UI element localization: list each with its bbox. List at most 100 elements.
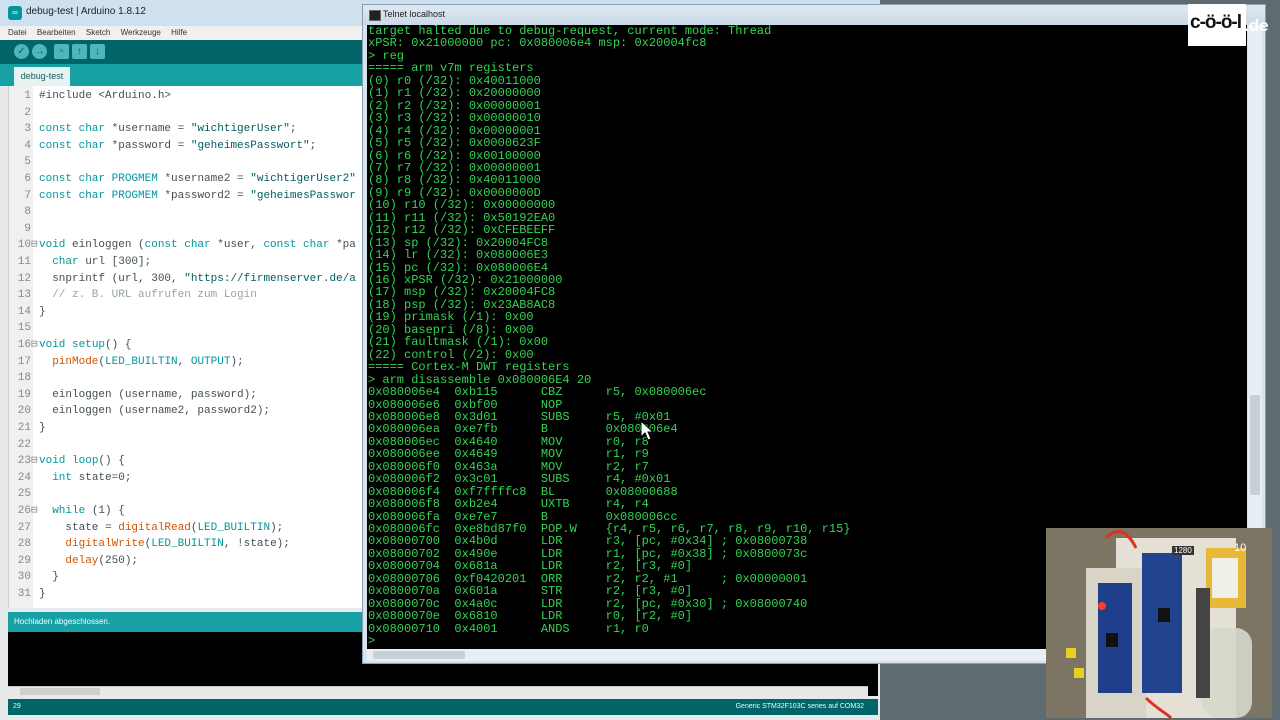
- menu-werkzeuge[interactable]: Werkzeuge: [121, 26, 161, 40]
- save-sketch-button[interactable]: ↓: [90, 44, 105, 59]
- terminal-line: ===== arm v7m registers: [368, 61, 534, 76]
- code-line: 20 einloggen (username2, password2);: [9, 403, 270, 419]
- code-token: }: [39, 305, 46, 318]
- menu-sketch[interactable]: Sketch: [86, 26, 110, 40]
- footer-board-info: Generic STM32F103C series auf COM32: [735, 703, 864, 710]
- resolution-badge: 1280: [1172, 546, 1194, 555]
- code-token: digitalWrite: [65, 538, 145, 551]
- terminal-line: ===== Cortex-M DWT registers: [368, 360, 570, 375]
- upload-button[interactable]: →: [32, 44, 47, 59]
- upload-status: Hochladen abgeschlossen.: [8, 612, 362, 632]
- scrollbar-thumb[interactable]: [373, 651, 465, 659]
- code-token: #include <Arduino.h>: [39, 90, 172, 102]
- code-line: 23⊟void loop() {: [9, 453, 125, 469]
- code-line: 17 pinMode(LED_BUILTIN, OUTPUT);: [9, 354, 244, 370]
- terminal-line: >: [368, 634, 376, 649]
- code-line: 13 // z. B. URL aufrufen zum Login: [9, 287, 257, 303]
- fold-toggle-icon[interactable]: ⊟: [31, 453, 39, 469]
- terminal-line: (10) r10 (/32): 0x00000000: [368, 198, 556, 213]
- code-token: (1) {: [85, 505, 125, 517]
- scrollbar-thumb[interactable]: [20, 688, 100, 695]
- terminal-line: 0x080006e4 0xb115 CBZ r5, 0x080006ec: [368, 385, 707, 400]
- arrow-right-icon: →: [34, 46, 45, 57]
- code-token: }: [39, 588, 46, 600]
- tab-debug-test[interactable]: debug-test: [14, 67, 70, 86]
- console-horizontal-scrollbar[interactable]: [8, 686, 868, 697]
- code-token: void: [39, 339, 66, 351]
- code-token: einloggen (username2, password2);: [39, 405, 271, 418]
- terminal-line: (5) r5 (/32): 0x0000623F: [368, 136, 541, 151]
- code-token: int: [52, 471, 73, 484]
- code-token: OUTPUT: [190, 355, 231, 368]
- line-number: 1: [24, 90, 31, 102]
- code-line: 21}: [9, 420, 46, 436]
- code-token: LED_BUILTIN: [151, 538, 224, 551]
- terminal-line: 0x0800070e 0x6810 LDR r0, [r2, #0]: [368, 609, 693, 624]
- line-number: 31: [17, 588, 31, 600]
- new-file-icon: ▫: [59, 46, 64, 57]
- line-number: 20: [17, 405, 31, 418]
- code-line: 22: [9, 437, 39, 453]
- code-line: 2: [9, 105, 39, 121]
- code-token: state=0;: [72, 471, 132, 484]
- line-number: 23: [17, 455, 31, 468]
- code-token: *username2 =: [157, 173, 251, 185]
- arduino-logo-icon: ∞: [8, 6, 22, 20]
- telnet-window-title: Telnet localhost: [383, 9, 446, 19]
- menu-datei[interactable]: Datei: [8, 26, 27, 40]
- fold-toggle-icon[interactable]: ⊟: [31, 503, 39, 519]
- arduino-window-title: debug-test | Arduino 1.8.12: [26, 6, 146, 17]
- code-line: 19 einloggen (username, password);: [9, 387, 257, 403]
- checkmark-icon: ✓: [17, 46, 26, 57]
- terminal-line: 0x08000704 0x681a LDR r2, [r3, #0]: [368, 559, 693, 574]
- terminal-line: (3) r3 (/32): 0x00000010: [368, 111, 541, 126]
- code-token: const char: [263, 239, 330, 252]
- menu-bearbeiten[interactable]: Bearbeiten: [37, 26, 76, 40]
- code-token: void: [39, 239, 66, 252]
- code-line: 16⊟void setup() {: [9, 337, 132, 353]
- line-number: 3: [24, 123, 31, 136]
- line-number: 21: [17, 422, 31, 434]
- line-number: 7: [24, 189, 31, 202]
- code-line: 11 char url [300];: [9, 254, 151, 270]
- line-number: 9: [24, 222, 31, 235]
- code-token: *pa: [329, 239, 356, 252]
- code-token: char: [52, 256, 79, 268]
- scrollbar-thumb[interactable]: [1250, 395, 1260, 495]
- code-token: loop: [72, 455, 99, 468]
- menu-hilfe[interactable]: Hilfe: [171, 26, 187, 40]
- code-token: ;: [309, 139, 317, 152]
- code-line: 30 }: [9, 569, 59, 585]
- webcam-overlay: 1280 10: [1046, 528, 1272, 718]
- code-token: "https://firmenserver.de/a: [184, 272, 356, 285]
- line-number: 24: [17, 471, 31, 484]
- code-token: () {: [105, 339, 132, 351]
- arrow-up-icon: ↑: [77, 46, 82, 57]
- open-sketch-button[interactable]: ↑: [72, 44, 87, 59]
- code-line: 4 const char *password = "geheimesPasswor…: [9, 138, 316, 154]
- code-token: const char: [39, 139, 106, 152]
- code-token: void: [39, 455, 66, 468]
- code-token: *password =: [105, 139, 191, 152]
- line-number: 27: [17, 521, 31, 534]
- terminal-icon: [369, 10, 381, 21]
- code-editor[interactable]: 1 #include <Arduino.h> 2 3 const char *usern…: [8, 86, 363, 608]
- verify-button[interactable]: ✓: [14, 44, 29, 59]
- code-token: digitalRead: [118, 521, 191, 534]
- line-number: 8: [24, 206, 31, 219]
- code-line: 24 int state=0;: [9, 470, 132, 486]
- new-sketch-button[interactable]: ▫: [54, 44, 69, 59]
- fold-toggle-icon[interactable]: ⊟: [31, 237, 39, 253]
- terminal-line: 0x080006ee 0x4649 MOV r1, r9: [368, 447, 649, 462]
- code-token: "wichtigerUser": [190, 123, 290, 136]
- code-token: }: [39, 422, 46, 434]
- code-line: 27 state = digitalRead(LED_BUILTIN);: [9, 520, 283, 536]
- terminal-line: 0x080006f8 0xb2e4 UXTB r4, r4: [368, 497, 649, 512]
- code-token: PROGMEM: [111, 189, 158, 202]
- mouse-pointer-icon: [640, 420, 655, 441]
- fold-toggle-icon[interactable]: ⊟: [31, 337, 39, 353]
